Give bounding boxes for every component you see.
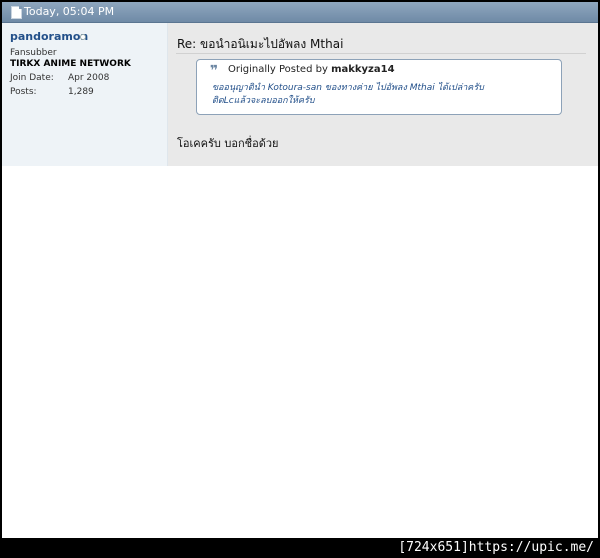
post-content: Re: ขอนำอนิเมะไปอัพลง Mthai ❞ Originally… bbox=[168, 23, 598, 166]
join-date-label: Join Date: bbox=[10, 73, 54, 83]
image-host-label: [724x651]https://upic.me/ bbox=[398, 540, 594, 555]
posts-count: 1,289 bbox=[68, 87, 94, 97]
quote-body: ขออนุญาตินำ Kotoura-san ของทางค่าย ไปอัพ… bbox=[212, 82, 552, 108]
username-link[interactable]: pandoramon bbox=[10, 30, 88, 43]
post-document-icon bbox=[11, 6, 22, 19]
forum-post-frame: Today, 05:04 PM pandoramon Fansubber TIR… bbox=[2, 2, 598, 538]
quote-prefix: Originally Posted by bbox=[228, 64, 328, 75]
user-info-panel: pandoramon Fansubber TIRKX ANIME NETWORK… bbox=[2, 23, 168, 166]
quote-box: ❞ Originally Posted by makkyza14 ขออนุญา… bbox=[196, 59, 562, 115]
quote-line-2: ติดLcแล้วจะลบออกให้ครับ bbox=[212, 96, 315, 106]
post-message: โอเคครับ บอกชื่อด้วย bbox=[177, 137, 279, 150]
post-header: Today, 05:04 PM bbox=[2, 2, 598, 23]
image-host-footer: [724x651]https://upic.me/ bbox=[0, 538, 600, 558]
post-title: Re: ขอนำอนิเมะไปอัพลง Mthai bbox=[177, 37, 344, 51]
quote-icon: ❞ bbox=[210, 63, 219, 79]
quote-header: Originally Posted by makkyza14 bbox=[228, 64, 395, 75]
join-date-value: Apr 2008 bbox=[68, 73, 110, 83]
title-divider bbox=[176, 53, 586, 54]
user-group: TIRKX ANIME NETWORK bbox=[10, 59, 131, 69]
quote-line-1: ขออนุญาตินำ Kotoura-san ของทางค่าย ไปอัพ… bbox=[212, 83, 484, 93]
user-title: Fansubber bbox=[10, 48, 57, 58]
offline-status-icon bbox=[80, 34, 86, 40]
post-date: Today, 05:04 PM bbox=[24, 5, 115, 18]
posts-label: Posts: bbox=[10, 87, 37, 97]
quote-author[interactable]: makkyza14 bbox=[331, 64, 394, 75]
